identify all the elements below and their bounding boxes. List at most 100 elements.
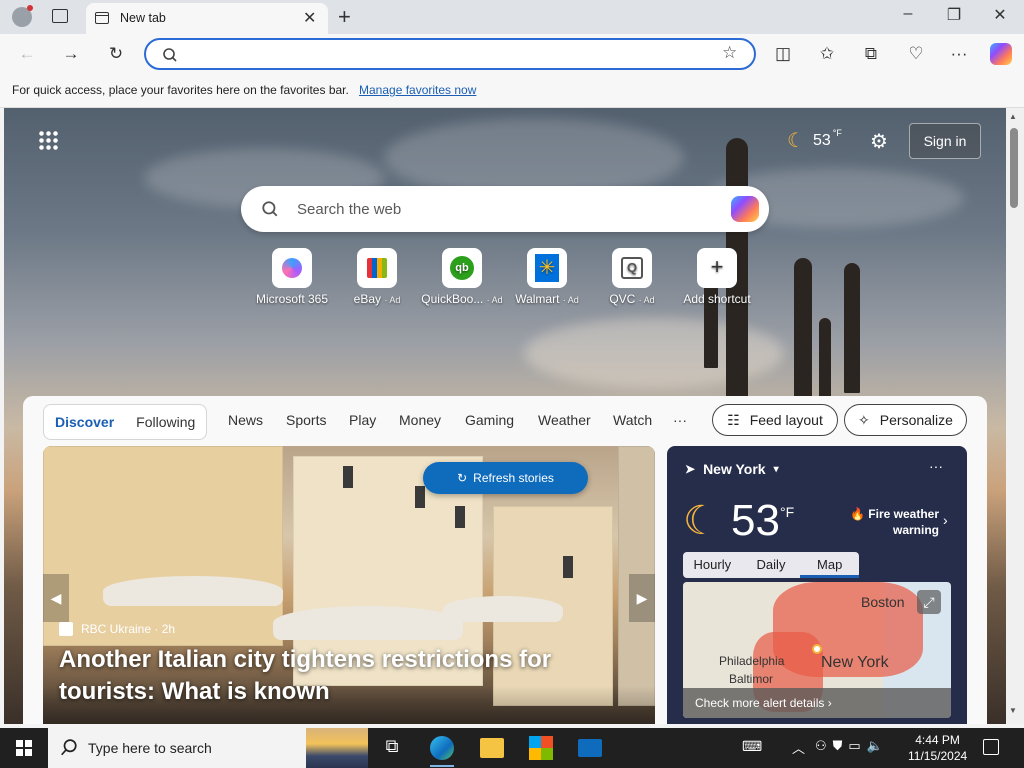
tile-walmart[interactable]: ✳ Walmart · Ad (502, 248, 592, 306)
new-tab-button[interactable]: + (338, 4, 351, 30)
copilot-icon[interactable] (731, 196, 759, 222)
tile-microsoft-365[interactable]: Microsoft 365 (247, 248, 337, 306)
weather-card: ➤ New York ▾ ··· ☾ 53 °F 🔥 Fire weather … (667, 446, 967, 724)
nav-gaming[interactable]: Gaming (465, 412, 514, 428)
tile-label: QVC (609, 292, 636, 306)
keyboard-icon[interactable]: ⌨ (742, 738, 762, 755)
personalize-button[interactable]: ✧ Personalize (844, 404, 967, 436)
settings-gear-icon[interactable]: ⚙ (870, 129, 888, 154)
chevron-right-icon: › (827, 696, 832, 710)
map-pin-icon (812, 644, 822, 654)
taskbar-clock[interactable]: 4:44 PM 11/15/2024 (908, 732, 967, 764)
nav-news[interactable]: News (228, 412, 263, 428)
story-card[interactable]: ↻ Refresh stories ◀ ▶ RBC Ukraine · 2h A… (43, 446, 655, 724)
weather-location[interactable]: ➤ New York ▾ (685, 461, 779, 477)
feed-layout-button[interactable]: ☷ Feed layout (712, 404, 838, 436)
tile-quickbooks[interactable]: qb QuickBoo... · Ad (417, 248, 507, 306)
tile-label: Microsoft 365 (255, 292, 329, 306)
mail-icon[interactable] (578, 739, 602, 757)
nav-more-icon[interactable]: ··· (673, 412, 687, 428)
close-window-button[interactable]: ✕ (985, 5, 1015, 25)
notification-center-icon[interactable] (983, 739, 999, 755)
task-view-icon[interactable]: ⧉ (380, 736, 404, 760)
tile-qvc[interactable]: Q QVC · Ad (587, 248, 677, 306)
windows-start-icon[interactable] (16, 740, 32, 756)
weather-widget[interactable]: ☾ 53 °F (787, 128, 842, 153)
plus-icon: + (710, 254, 724, 279)
show-hidden-icons-chevron-icon[interactable]: ︿ (792, 738, 805, 757)
tile-ebay[interactable]: eBay · Ad (332, 248, 422, 306)
chevron-right-icon[interactable]: › (943, 512, 948, 528)
moon-icon: ☾ (787, 130, 805, 152)
expand-map-icon[interactable]: ⤢ (917, 590, 941, 614)
qvc-icon: Q (621, 257, 643, 279)
fire-icon: 🔥 (850, 507, 865, 521)
tab-hourly[interactable]: Hourly (683, 552, 742, 578)
more-options-icon[interactable]: ··· (929, 458, 943, 474)
back-button[interactable]: ← (14, 42, 40, 66)
tab-actions-icon[interactable] (52, 9, 68, 23)
story-source: RBC Ukraine · 2h (59, 622, 175, 636)
nav-sports[interactable]: Sports (286, 412, 326, 428)
tile-label: eBay (353, 292, 381, 306)
map-label-baltimore: Baltimor (729, 672, 774, 686)
search-placeholder: Search the web (297, 201, 402, 218)
nav-watch[interactable]: Watch (613, 412, 652, 428)
forward-button[interactable]: → (58, 42, 84, 66)
close-tab-icon[interactable]: ✕ (303, 8, 316, 28)
alert-details-label: Check more alert details (695, 696, 825, 710)
nav-play[interactable]: Play (349, 412, 376, 428)
map-label-philadelphia: Philadelphia (719, 654, 785, 668)
weather-map[interactable]: Boston Philadelphia Baltimor New York ⤢ … (683, 582, 951, 718)
tile-label: Add shortcut (683, 292, 751, 306)
profile-icon[interactable] (12, 5, 33, 27)
tile-ad-label: · Ad (486, 295, 503, 305)
refresh-button[interactable]: ↻ (103, 42, 129, 66)
favorites-icon[interactable]: ✩ (814, 42, 840, 66)
story-headline[interactable]: Another Italian city tightens restrictio… (59, 644, 639, 708)
scrollbar-thumb[interactable] (1010, 128, 1018, 208)
moon-icon: ☾ (683, 499, 719, 543)
minimize-button[interactable]: – (893, 5, 923, 23)
collections-icon[interactable]: ⧉ (858, 42, 884, 66)
check-alert-details-link[interactable]: Check more alert details › (683, 688, 951, 718)
carousel-prev-button[interactable]: ◀ (43, 574, 69, 622)
fire-weather-alert[interactable]: 🔥 Fire weather warning (847, 506, 939, 538)
tab-new-tab[interactable]: New tab ✕ (86, 3, 328, 34)
taskbar-search-box[interactable]: Type here to search (48, 728, 368, 768)
system-tray-icons[interactable]: ⚇⛊▭🔈 (815, 738, 889, 754)
page-scrollbar[interactable]: ▲ ▼ (1006, 108, 1024, 724)
sign-in-button[interactable]: Sign in (909, 123, 981, 159)
favorites-bar-message: For quick access, place your favorites h… (12, 83, 349, 97)
address-bar[interactable]: ☆ (144, 38, 756, 70)
browser-essentials-icon[interactable]: ♡ (903, 42, 929, 66)
sliders-icon: ☷ (727, 411, 740, 428)
copilot-icon[interactable] (990, 43, 1012, 65)
more-menu-icon[interactable]: ··· (946, 42, 972, 66)
app-launcher-icon[interactable] (38, 130, 58, 150)
web-search-box[interactable]: Search the web (241, 186, 769, 232)
map-label-new-york: New York (821, 654, 889, 671)
tab-discover[interactable]: Discover (44, 414, 125, 430)
title-bar: New tab ✕ + – ❐ ✕ (0, 0, 1024, 34)
tab-daily[interactable]: Daily (742, 552, 801, 578)
nav-weather[interactable]: Weather (538, 412, 591, 428)
browser-toolbar: ← → ↻ ☆ ◫ ✩ ⧉ ♡ ··· (0, 34, 1024, 74)
manage-favorites-link[interactable]: Manage favorites now (359, 83, 476, 97)
header-weather-unit: °F (832, 128, 842, 138)
split-screen-icon[interactable]: ◫ (770, 42, 796, 66)
tile-add-shortcut[interactable]: + Add shortcut (672, 248, 762, 306)
nav-money[interactable]: Money (399, 412, 441, 428)
refresh-icon: ↻ (457, 471, 468, 485)
edge-taskbar-icon[interactable] (430, 736, 454, 760)
favorite-star-icon[interactable]: ☆ (722, 43, 737, 63)
sparkle-icon: ✧ (858, 411, 870, 428)
file-explorer-icon[interactable] (480, 738, 504, 758)
favorites-bar: For quick access, place your favorites h… (0, 74, 1024, 108)
carousel-next-button[interactable]: ▶ (629, 574, 655, 622)
tab-map[interactable]: Map (800, 552, 860, 578)
tab-following[interactable]: Following (125, 414, 206, 430)
restore-button[interactable]: ❐ (939, 5, 969, 25)
microsoft-store-icon[interactable] (529, 736, 553, 760)
refresh-stories-button[interactable]: ↻ Refresh stories (423, 462, 588, 494)
